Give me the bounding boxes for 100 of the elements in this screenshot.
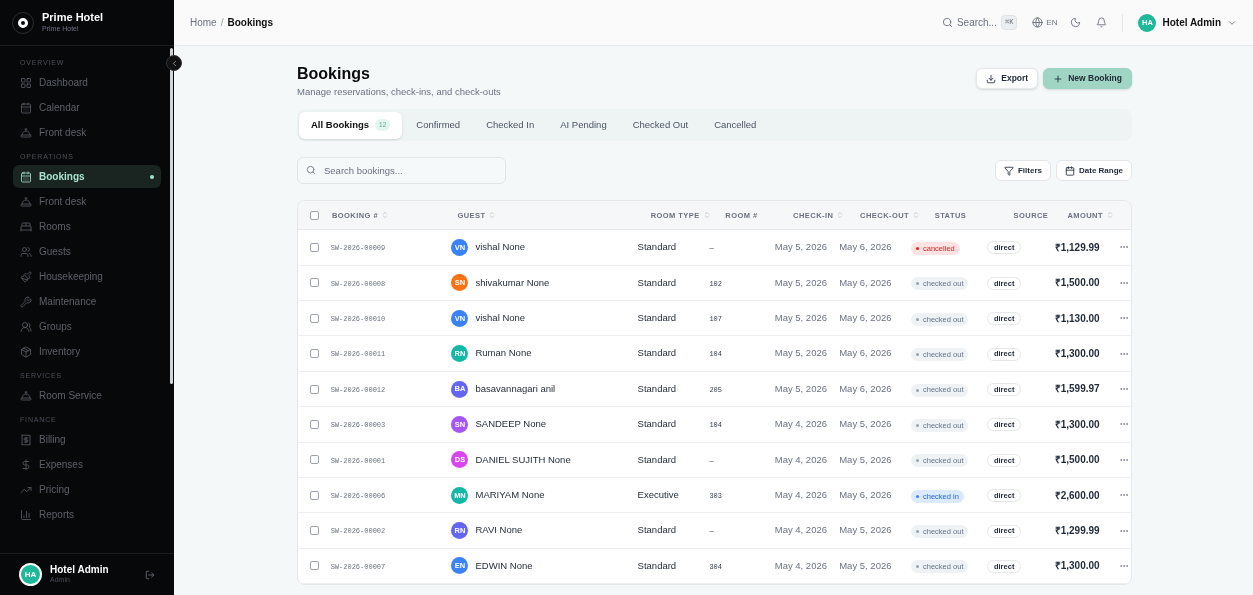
language-button[interactable]: EN — [1032, 16, 1058, 29]
table-cell: ₹1,299.99 — [1054, 524, 1100, 536]
page-title: Bookings — [297, 64, 371, 84]
table-cell-text: basavannagari anil — [475, 381, 556, 396]
select-all-checkbox[interactable] — [310, 210, 320, 220]
row-checkbox[interactable] — [309, 561, 319, 571]
users-icon — [20, 245, 32, 258]
table-cell: MARIYAM None — [475, 488, 545, 503]
table-cell: May 5, 2026 — [839, 418, 892, 430]
table-cell: Standard — [637, 524, 677, 536]
wrench-icon — [20, 295, 32, 308]
sidebar-item[interactable]: Billing — [13, 428, 161, 451]
brush-icon — [20, 270, 32, 283]
sidebar-item[interactable]: Bookings — [13, 165, 161, 188]
table-cell: May 5, 2026 — [774, 276, 827, 288]
row-checkbox[interactable] — [309, 242, 319, 252]
table-cell: Standard — [637, 418, 677, 430]
breadcrumb-item[interactable]: Home — [190, 15, 217, 30]
dollar-icon — [20, 458, 32, 471]
search-icon — [306, 165, 316, 176]
table-cell: vishal None — [475, 240, 526, 255]
sidebar-item[interactable]: Rooms — [13, 215, 161, 238]
table-cell: Standard — [637, 453, 677, 465]
table-cell: May 6, 2026 — [839, 382, 892, 394]
tab[interactable]: Checked Out — [620, 111, 701, 139]
table-cell: May 5, 2026 — [839, 453, 892, 465]
table-cell: May 4, 2026 — [774, 559, 827, 571]
sidebar-item[interactable]: Housekeeping — [13, 265, 161, 288]
bell-icon — [20, 126, 32, 139]
export-button[interactable]: Export — [976, 68, 1039, 89]
row-checkbox[interactable] — [309, 490, 319, 500]
table-cell: May 6, 2026 — [839, 312, 892, 324]
new-booking-button[interactable]: New Booking — [1043, 68, 1132, 89]
table-cell: RAVI None — [475, 523, 523, 538]
table-cell: May 5, 2026 — [774, 382, 827, 394]
table-cell: May 4, 2026 — [774, 453, 827, 465]
bed-icon — [20, 220, 32, 233]
calendar-icon — [20, 170, 32, 183]
plus-icon — [1053, 73, 1064, 84]
page-subtitle: Manage reservations, check-ins, and check-outs — [297, 85, 501, 99]
row-checkbox[interactable] — [309, 526, 319, 536]
date-range-button[interactable]: Date Range — [1056, 160, 1132, 182]
table-cell: Standard — [637, 241, 677, 253]
collapse-button[interactable] — [166, 55, 182, 71]
row-checkbox[interactable] — [309, 419, 319, 429]
table-cell: shivakumar None — [475, 275, 550, 290]
filters-button[interactable]: Filters — [994, 160, 1051, 182]
table-cell: Standard — [637, 559, 677, 571]
tab[interactable]: AI Pending — [548, 111, 619, 139]
table-cell: May 6, 2026 — [839, 347, 892, 359]
tab[interactable]: Checked In — [474, 111, 547, 139]
sidebar-item[interactable]: Room Service — [13, 384, 161, 407]
table-cell: May 6, 2026 — [839, 489, 892, 501]
chart-icon — [20, 508, 32, 521]
table-cell: May 5, 2026 — [774, 347, 827, 359]
row-checkbox[interactable] — [309, 455, 319, 465]
table-cell: Standard — [637, 276, 677, 288]
grid-icon — [20, 76, 32, 89]
moon-icon[interactable] — [1070, 17, 1082, 28]
sidebar-item[interactable]: Maintenance — [13, 290, 161, 313]
row-checkbox[interactable] — [309, 384, 319, 394]
brand-name: Prime Hotel — [42, 11, 104, 25]
sidebar-item[interactable]: Dashboard — [13, 71, 161, 94]
sidebar-item[interactable]: Groups — [13, 315, 161, 338]
breadcrumb-item: Bookings — [227, 16, 274, 30]
row-checkbox[interactable] — [309, 278, 319, 288]
table-cell: May 4, 2026 — [774, 418, 827, 430]
row-checkbox[interactable] — [309, 313, 319, 323]
table-cell: ₹1,500.00 — [1054, 454, 1100, 466]
sidebar-item[interactable]: Pricing — [13, 478, 161, 501]
download-icon — [986, 73, 997, 84]
receipt-icon — [20, 433, 32, 446]
table-cell: May 6, 2026 — [839, 241, 892, 253]
table-cell: Executive — [637, 489, 679, 501]
table-cell: ₹1,599.97 — [1054, 383, 1100, 395]
bell-icon — [20, 389, 32, 402]
table-cell: Standard — [637, 312, 677, 324]
logout-icon[interactable] — [145, 569, 155, 580]
table-cell: ₹1,300.00 — [1054, 560, 1100, 572]
table-cell: May 5, 2026 — [839, 524, 892, 536]
sidebar-item[interactable]: Guests — [13, 240, 161, 263]
sidebar-item[interactable]: Front desk — [13, 190, 161, 213]
table-cell: May 5, 2026 — [774, 312, 827, 324]
notification-icon[interactable] — [1096, 17, 1108, 28]
sidebar-item[interactable]: Reports — [13, 503, 161, 526]
table-cell: May 4, 2026 — [774, 489, 827, 501]
sidebar-item[interactable]: Front desk — [13, 121, 161, 144]
search-icon — [941, 17, 953, 28]
table-cell: vishal None — [475, 311, 526, 326]
users-icon — [20, 320, 32, 333]
tab[interactable]: Confirmed — [404, 111, 473, 139]
row-checkbox[interactable] — [309, 349, 319, 359]
search-field[interactable]: Search bookings... — [297, 157, 506, 185]
sidebar-item[interactable]: Calendar — [13, 96, 161, 119]
calendar-icon — [20, 101, 32, 114]
tab[interactable]: Cancelled — [702, 111, 769, 139]
filter-icon — [1003, 165, 1014, 176]
user-avatar: HA — [19, 563, 42, 586]
sidebar-item[interactable]: Expenses — [13, 453, 161, 476]
sidebar-item[interactable]: Inventory — [13, 340, 161, 363]
